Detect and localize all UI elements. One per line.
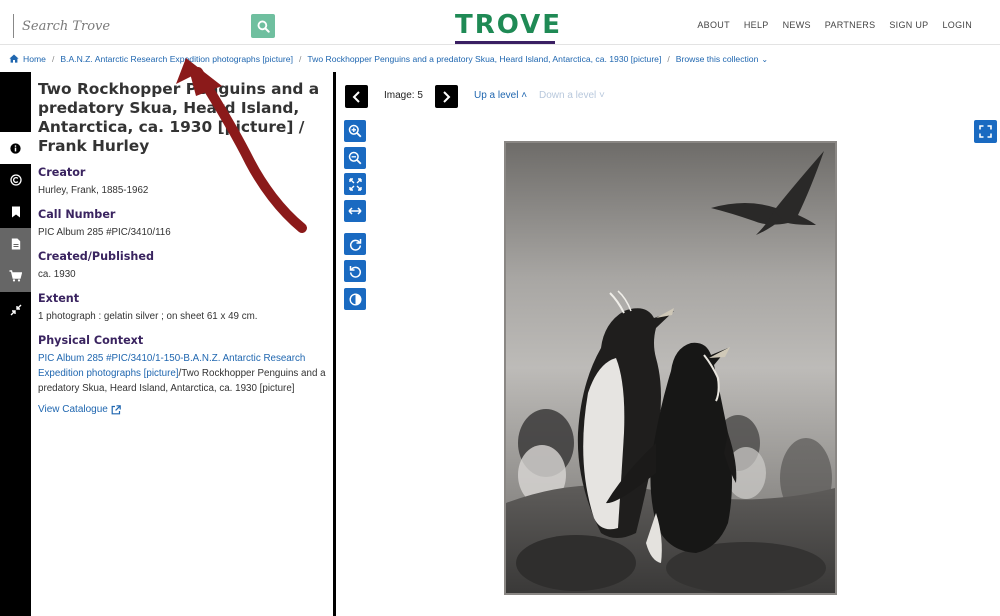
up-level-label: Up a level (474, 90, 519, 101)
next-image-button[interactable] (435, 85, 458, 108)
physical-context-value: PIC Album 285 #PIC/3410/1-150-B.A.N.Z. A… (38, 351, 333, 396)
nav-sign-up[interactable]: SIGN UP (889, 20, 928, 30)
image-viewer: Image: 5 Up a level ˄ Down a level ˅ (336, 72, 1000, 616)
breadcrumb-collection[interactable]: B.A.N.Z. Antarctic Research Expedition p… (60, 54, 293, 64)
browse-label: Browse this collection (675, 53, 759, 64)
extent-label: Extent (38, 292, 80, 305)
fit-width-button[interactable] (344, 200, 366, 222)
breadcrumb-item[interactable]: Two Rockhopper Penguins and a predatory … (307, 54, 661, 64)
rotate-right-icon (349, 238, 361, 251)
bookmark-icon (11, 206, 20, 218)
record-title: Two Rockhopper Penguins and a predatory … (38, 80, 320, 155)
view-catalogue-link[interactable]: View Catalogue (38, 404, 121, 415)
breadcrumb-separator: / (51, 53, 55, 64)
fit-width-icon (348, 207, 362, 215)
extent-value: 1 photograph : gelatin silver ; on sheet… (38, 311, 258, 322)
call-number-field: Call Number PIC Album 285 #PIC/3410/116 (38, 208, 333, 240)
search-icon (257, 20, 270, 33)
chevron-down-icon: ˅ (599, 90, 605, 101)
nav-help[interactable]: HELP (744, 20, 769, 30)
cart-icon (9, 270, 22, 282)
top-nav: ABOUT HELP NEWS PARTNERS SIGN UP LOGIN (697, 20, 972, 30)
cart-tab[interactable] (0, 260, 31, 292)
side-icon-strip (0, 72, 31, 616)
nav-login[interactable]: LOGIN (942, 20, 972, 30)
zoom-out-icon (348, 151, 362, 165)
down-level-label: Down a level (539, 90, 597, 101)
copyright-icon (9, 174, 22, 186)
logo-text: TROVE (455, 10, 563, 40)
contrast-button[interactable] (344, 288, 366, 310)
photograph-image[interactable] (504, 141, 837, 595)
external-link-icon (111, 404, 121, 414)
browse-collection-dropdown[interactable]: Browse this collection ⌄ (676, 54, 768, 64)
top-bar: TROVE ABOUT HELP NEWS PARTNERS SIGN UP L… (0, 0, 1000, 44)
fullscreen-button[interactable] (974, 120, 997, 143)
down-a-level-button: Down a level ˅ (539, 90, 605, 101)
fit-icon (348, 177, 362, 191)
previous-image-button[interactable] (345, 85, 368, 108)
search-box (13, 14, 275, 38)
bookmark-tab[interactable] (0, 196, 31, 228)
chevron-down-icon: ⌄ (761, 54, 769, 64)
search-button[interactable] (251, 14, 275, 38)
collapse-icon (10, 304, 21, 316)
chevron-up-icon: ˄ (521, 90, 528, 101)
created-value: ca. 1930 (38, 269, 76, 280)
penguin-photo-icon (506, 143, 835, 593)
breadcrumb-separator: / (667, 53, 670, 64)
breadcrumb: Home / B.A.N.Z. Antarctic Research Exped… (0, 44, 1000, 72)
chevron-left-icon (352, 90, 360, 103)
nav-about[interactable]: ABOUT (697, 20, 730, 30)
creator-field: Creator Hurley, Frank, 1885-1962 (38, 166, 333, 198)
fullscreen-icon (979, 125, 992, 138)
rotate-left-button[interactable] (344, 260, 366, 282)
nav-partners[interactable]: PARTNERS (825, 20, 876, 30)
search-input[interactable] (13, 14, 249, 38)
zoom-out-button[interactable] (344, 147, 366, 169)
creator-value: Hurley, Frank, 1885-1962 (38, 185, 149, 196)
creator-label: Creator (38, 166, 86, 179)
document-icon (11, 238, 20, 250)
collapse-tab[interactable] (0, 294, 31, 326)
nav-news[interactable]: NEWS (783, 20, 811, 30)
breadcrumb-home[interactable]: Home (23, 54, 46, 64)
call-number-value: PIC Album 285 #PIC/3410/116 (38, 227, 171, 238)
zoom-in-icon (348, 124, 362, 138)
image-number: Image: 5 (384, 90, 423, 101)
physical-context-label: Physical Context (38, 334, 144, 347)
zoom-in-button[interactable] (344, 120, 366, 142)
created-field: Created/Published ca. 1930 (38, 250, 333, 282)
call-number-label: Call Number (38, 208, 116, 221)
info-tab[interactable] (0, 132, 31, 164)
breadcrumb-separator: / (298, 53, 302, 64)
record-details-panel: Two Rockhopper Penguins and a predatory … (31, 72, 333, 616)
home-icon (9, 54, 19, 63)
document-tab[interactable] (0, 228, 31, 260)
rotate-left-icon (349, 265, 361, 278)
info-icon (10, 142, 21, 154)
chevron-right-icon (443, 90, 451, 103)
trove-logo[interactable]: TROVE (455, 10, 563, 45)
copyright-tab[interactable] (0, 164, 31, 196)
rotate-right-button[interactable] (344, 233, 366, 255)
up-a-level-button[interactable]: Up a level ˄ (474, 90, 527, 101)
fit-to-screen-button[interactable] (344, 173, 366, 195)
created-label: Created/Published (38, 250, 154, 263)
physical-context-field: Physical Context PIC Album 285 #PIC/3410… (38, 334, 333, 396)
extent-field: Extent 1 photograph : gelatin silver ; o… (38, 292, 333, 324)
contrast-icon (348, 292, 362, 306)
view-catalogue-label: View Catalogue (38, 404, 108, 415)
